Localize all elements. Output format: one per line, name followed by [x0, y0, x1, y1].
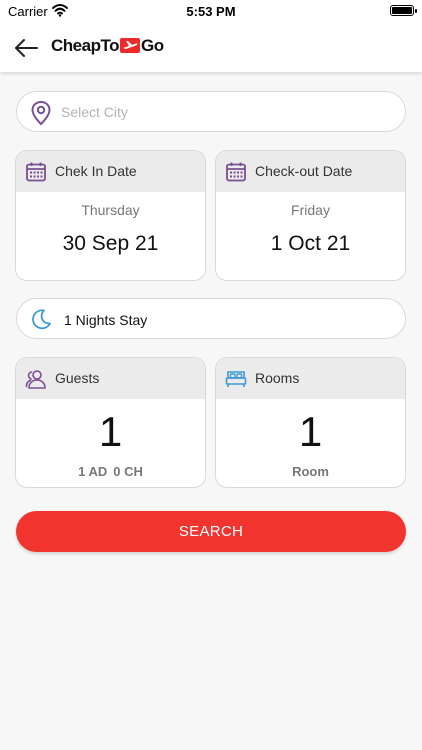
users-icon — [25, 370, 46, 389]
brand-logo: CheapTo Go — [51, 36, 164, 58]
location-pin-icon — [30, 100, 52, 131]
status-bar: Carrier 5:53 PM — [0, 0, 422, 24]
rooms-title: Rooms — [255, 370, 300, 386]
check-out-date: 1 Oct 21 — [270, 232, 351, 255]
logo-prefix: CheapTo — [51, 36, 119, 55]
guests-header: Guests — [16, 358, 205, 399]
guests-title: Guests — [55, 370, 100, 386]
moon-icon — [30, 308, 52, 335]
check-in-weekday: Thursday — [81, 202, 140, 218]
back-arrow-icon[interactable] — [12, 36, 40, 60]
status-time: 5:53 PM — [186, 4, 236, 19]
bed-icon — [225, 371, 247, 387]
logo-suffix: Go — [140, 36, 164, 55]
adults-count: 1 AD — [78, 464, 108, 479]
check-in-date: 30 Sep 21 — [62, 232, 159, 255]
guests-breakdown: 1 AD 0 CH — [16, 464, 205, 479]
rooms-unit: Room — [292, 464, 329, 479]
city-selector[interactable] — [16, 91, 406, 132]
calendar-icon — [26, 162, 46, 182]
guests-card[interactable]: Guests 1 1 AD 0 CH — [15, 357, 206, 488]
calendar-icon — [226, 162, 246, 182]
children-count: 0 CH — [113, 464, 143, 479]
search-button[interactable]: SEARCH — [16, 511, 406, 552]
check-in-header: Chek In Date — [16, 151, 205, 192]
nights-stay-label: 1 Nights Stay — [64, 312, 148, 328]
app-header: CheapTo Go — [0, 24, 422, 72]
plane-icon — [119, 38, 140, 58]
check-in-title: Chek In Date — [55, 163, 137, 179]
rooms-header: Rooms — [216, 358, 405, 399]
check-out-weekday: Friday — [291, 202, 330, 218]
check-out-title: Check-out Date — [255, 163, 353, 179]
check-out-header: Check-out Date — [216, 151, 405, 192]
nights-stay: 1 Nights Stay — [16, 298, 406, 339]
guests-count: 1 — [98, 408, 123, 455]
rooms-count: 1 — [298, 408, 323, 455]
check-in-card[interactable]: Chek In Date Thursday 30 Sep 21 — [15, 150, 206, 281]
city-input[interactable] — [61, 100, 381, 124]
check-out-card[interactable]: Check-out Date Friday 1 Oct 21 — [215, 150, 406, 281]
battery-icon — [390, 5, 417, 16]
rooms-card[interactable]: Rooms 1 Room — [215, 357, 406, 488]
